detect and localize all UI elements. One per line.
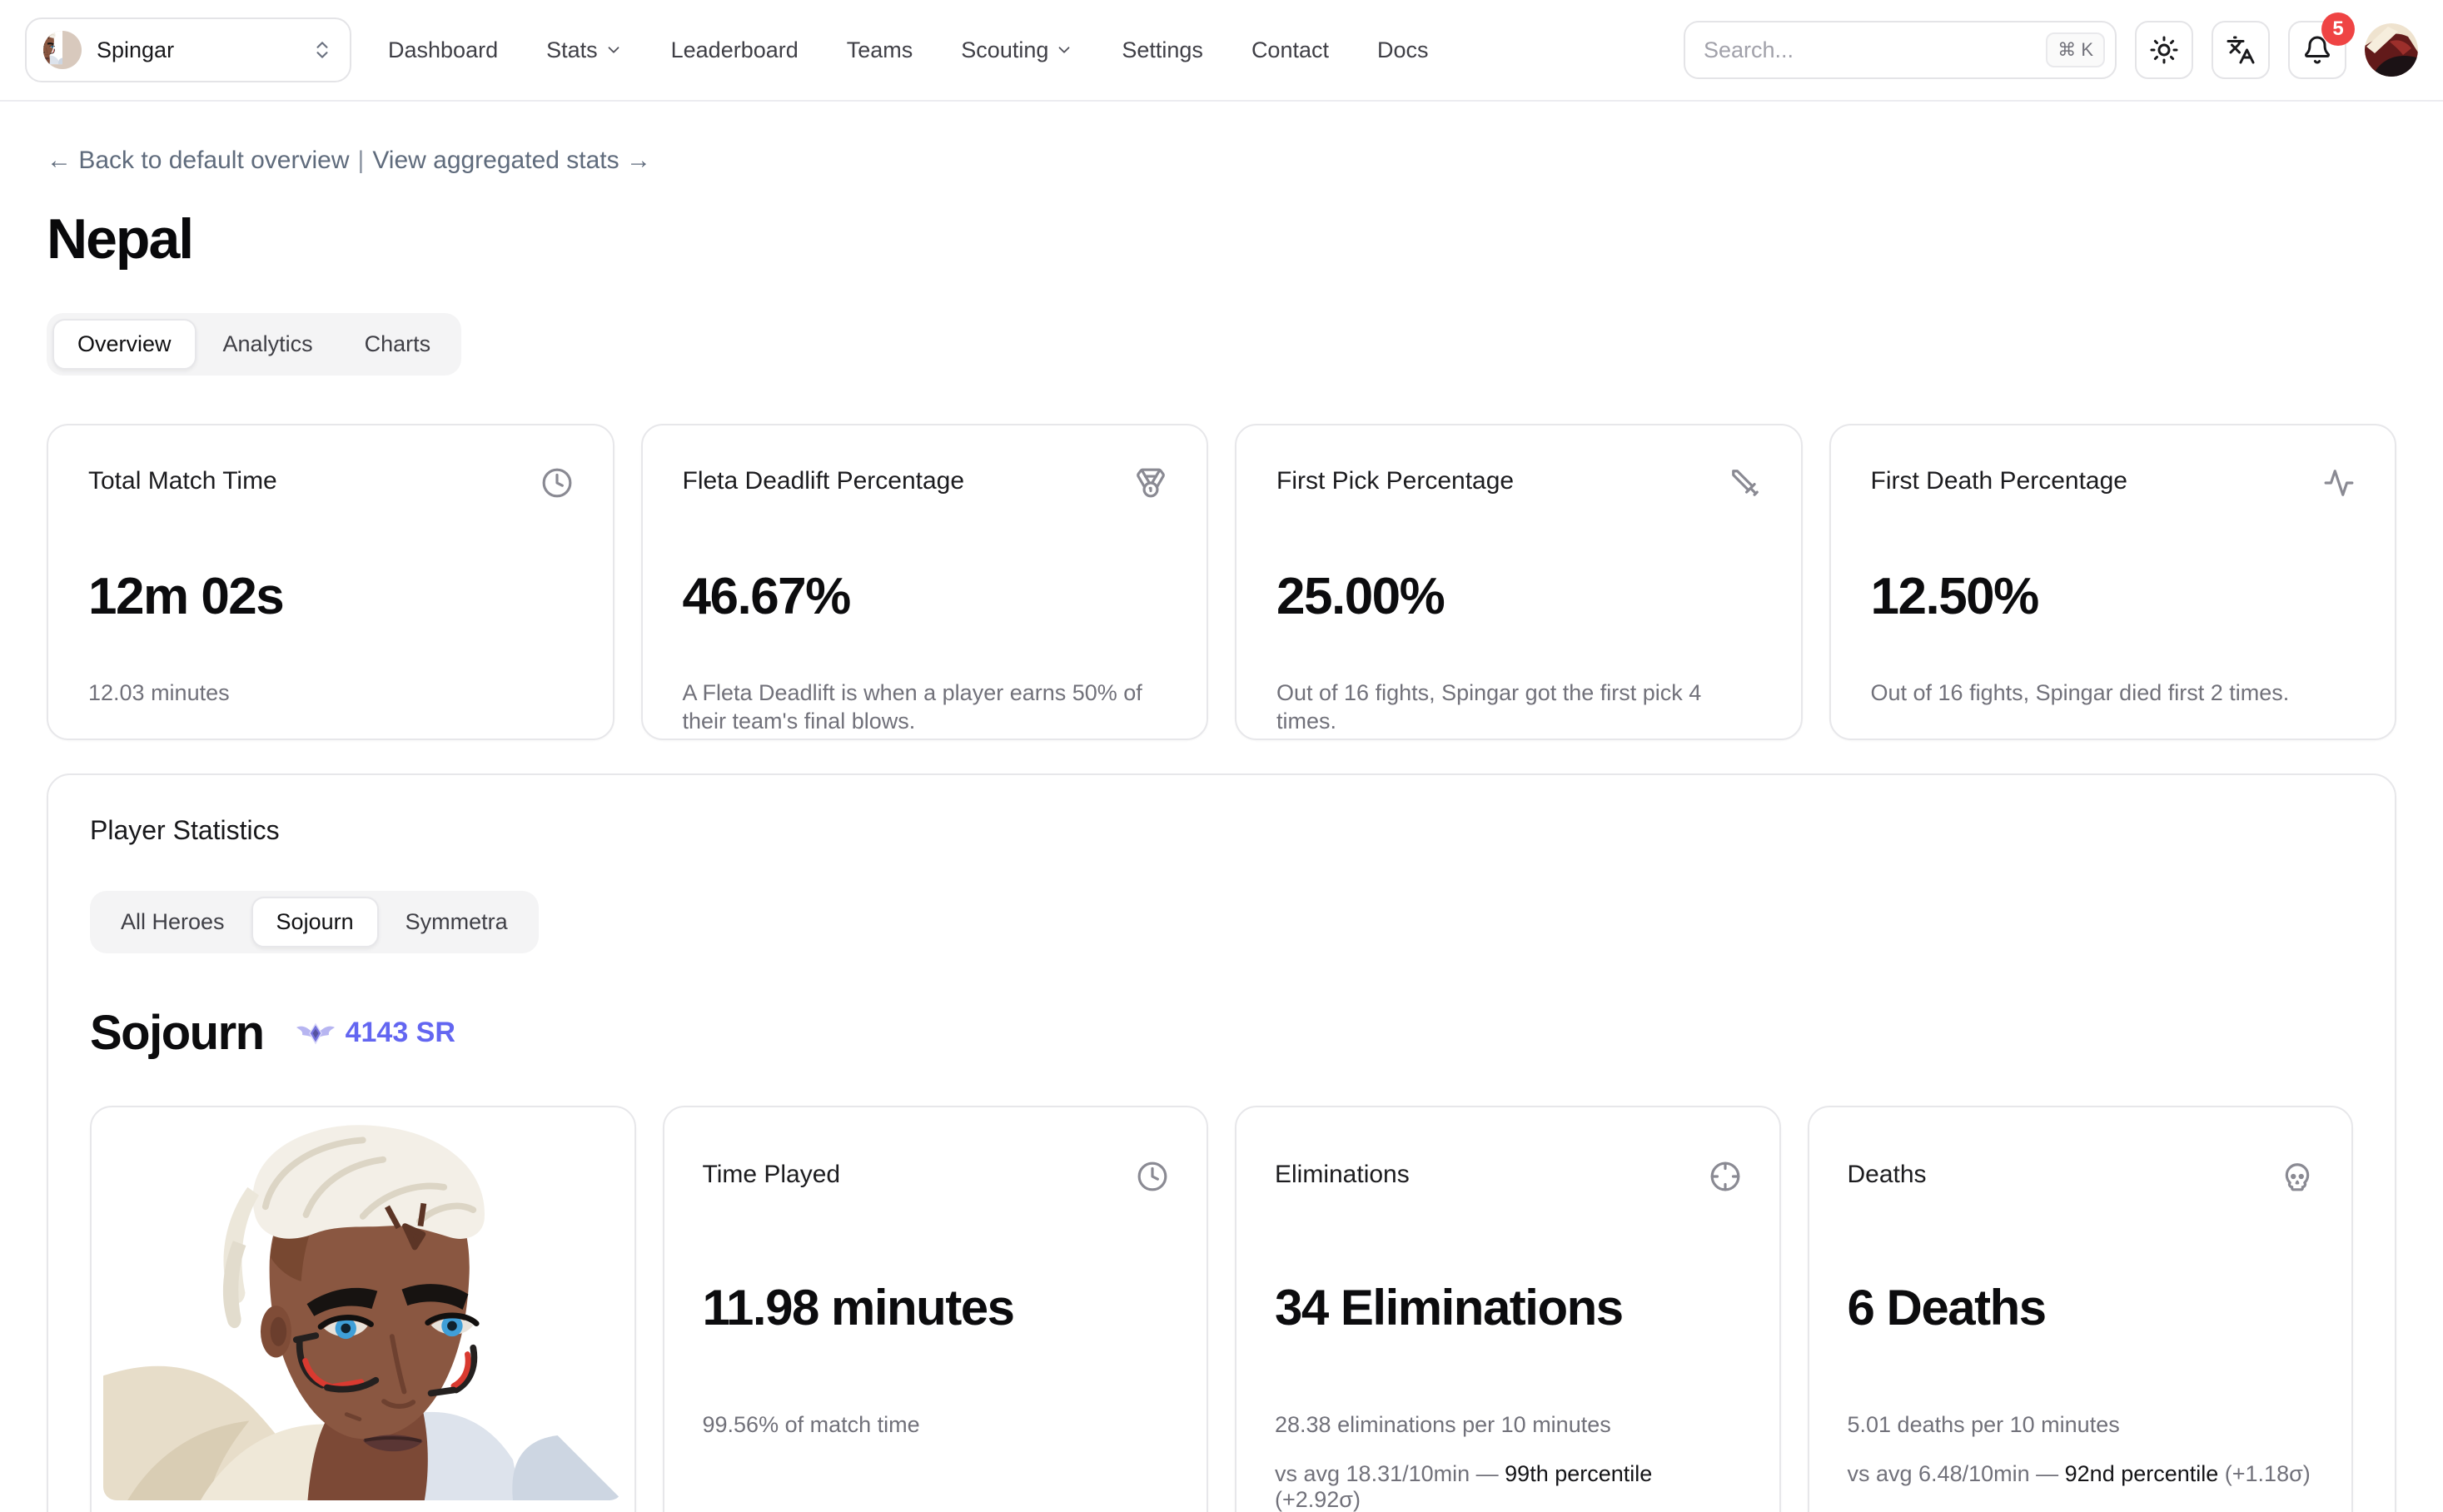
tab-charts[interactable]: Charts (340, 319, 456, 370)
search-input[interactable] (1704, 37, 2046, 63)
card-title: First Pick Percentage (1276, 467, 1514, 495)
tab-symmetra[interactable]: Symmetra (381, 897, 533, 947)
card-title: Deaths (1848, 1161, 1927, 1189)
back-to-overview-link[interactable]: ← Back to default overview (47, 147, 350, 174)
nav-links: Dashboard Stats Leaderboard Teams Scouti… (388, 37, 1429, 63)
card-value: 12.50% (1871, 567, 2356, 626)
nav-link-settings[interactable]: Settings (1122, 37, 1203, 63)
first-pick-card: First Pick Percentage 25.00% Out of 16 f… (1235, 424, 1803, 740)
tab-all-heroes[interactable]: All Heroes (96, 897, 250, 947)
nav-link-teams[interactable]: Teams (847, 37, 913, 63)
section-title: Player Statistics (90, 815, 2353, 846)
card-value: 11.98 minutes (703, 1279, 1169, 1336)
rank-badge-icon (296, 1019, 336, 1047)
language-button[interactable] (2212, 21, 2270, 79)
hero-sr-value: 4143 SR (346, 1017, 455, 1049)
main-content: ← Back to default overview | View aggregat… (0, 147, 2443, 1512)
card-value: 34 Eliminations (1275, 1279, 1741, 1336)
card-description: Out of 16 fights, Spingar died first 2 t… (1871, 679, 2356, 708)
total-match-time-card: Total Match Time 12m 02s 12.03 minutes (47, 424, 614, 740)
nav-link-leaderboard[interactable]: Leaderboard (671, 37, 799, 63)
hero-portrait-card (90, 1106, 636, 1512)
card-value: 6 Deaths (1848, 1279, 2314, 1336)
card-title: First Death Percentage (1871, 467, 2127, 495)
card-value: 12m 02s (88, 567, 573, 626)
percentile-value: 92nd percentile (2065, 1461, 2219, 1486)
languages-icon (2226, 35, 2256, 65)
fleta-deadlift-card: Fleta Deadlift Percentage 46.67% A Fleta… (641, 424, 1209, 740)
nav-actions: ⌘ K 5 (1684, 21, 2418, 79)
hero-sr-rating: 4143 SR (296, 1017, 455, 1049)
card-description: 5.01 deaths per 10 minutes (1848, 1411, 2314, 1440)
notifications-button[interactable]: 5 (2288, 21, 2346, 79)
tab-sojourn[interactable]: Sojourn (251, 897, 379, 947)
view-aggregated-stats-link[interactable]: View aggregated stats → (372, 147, 651, 174)
tab-analytics[interactable]: Analytics (198, 319, 338, 370)
percentile-value: 99th percentile (1505, 1461, 1652, 1486)
user-avatar[interactable] (2365, 23, 2418, 77)
card-description: Out of 16 fights, Spingar got the first … (1276, 679, 1761, 736)
card-description: 28.38 eliminations per 10 minutes (1275, 1411, 1741, 1440)
chevron-down-icon (605, 41, 623, 59)
hero-header: Sojourn 4143 SR (90, 1005, 2353, 1061)
hero-stat-cards-row: Time Played 11.98 minutes 99.56% of matc… (90, 1106, 2353, 1512)
first-death-card: First Death Percentage 12.50% Out of 16 … (1829, 424, 2397, 740)
chevron-down-icon (1055, 41, 1073, 59)
time-played-card: Time Played 11.98 minutes 99.56% of matc… (663, 1106, 1209, 1512)
percentile-line: vs avg 18.31/10min — 99th percentile (+2… (1275, 1461, 1741, 1512)
player-statistics-section: Player Statistics All Heroes Sojourn Sym… (47, 773, 2396, 1512)
search-shortcut-kbd: ⌘ K (2046, 32, 2105, 67)
sun-icon (2149, 35, 2179, 65)
team-selector-label: Spingar (97, 37, 174, 63)
nav-link-docs[interactable]: Docs (1377, 37, 1429, 63)
card-description: 99.56% of match time (703, 1411, 1169, 1440)
notification-count-badge: 5 (2321, 12, 2355, 46)
card-title: Eliminations (1275, 1161, 1410, 1189)
breadcrumb-separator: | (358, 147, 365, 174)
hero-name: Sojourn (90, 1005, 264, 1061)
crosshair-icon (1709, 1161, 1741, 1192)
card-value: 25.00% (1276, 567, 1761, 626)
tab-overview[interactable]: Overview (52, 319, 197, 370)
card-title: Fleta Deadlift Percentage (683, 467, 965, 495)
top-navigation: Spingar Dashboard Stats Leaderboard Team… (0, 0, 2443, 102)
view-tabs: Overview Analytics Charts (47, 313, 461, 376)
theme-toggle-button[interactable] (2135, 21, 2193, 79)
search-box[interactable]: ⌘ K (1684, 21, 2117, 79)
hero-tabs: All Heroes Sojourn Symmetra (90, 891, 539, 953)
hero-portrait-image (103, 1119, 623, 1500)
card-title: Total Match Time (88, 467, 277, 495)
percentile-line: vs avg 6.48/10min — 92nd percentile (+1.… (1848, 1461, 2314, 1487)
clock-icon (541, 467, 573, 499)
skull-icon (2281, 1161, 2313, 1192)
eliminations-card: Eliminations 34 Eliminations 28.38 elimi… (1235, 1106, 1781, 1512)
team-selector[interactable]: Spingar (25, 17, 351, 82)
sword-icon (1729, 467, 1761, 499)
activity-icon (2323, 467, 2355, 499)
card-value: 46.67% (683, 567, 1167, 626)
breadcrumb: ← Back to default overview | View aggregat… (47, 147, 2396, 175)
nav-link-contact[interactable]: Contact (1251, 37, 1329, 63)
chevrons-up-down-icon (311, 39, 333, 61)
card-description: A Fleta Deadlift is when a player earns … (683, 679, 1167, 736)
nav-link-scouting[interactable]: Scouting (961, 37, 1073, 63)
stat-cards-row: Total Match Time 12m 02s 12.03 minutes F… (47, 424, 2396, 740)
nav-link-dashboard[interactable]: Dashboard (388, 37, 498, 63)
clock-icon (1137, 1161, 1168, 1192)
deaths-card: Deaths 6 Deaths 5.01 deaths per 10 minut… (1808, 1106, 2354, 1512)
medal-icon (1135, 467, 1167, 499)
team-avatar (43, 31, 82, 69)
page-title: Nepal (47, 206, 2396, 271)
card-description: 12.03 minutes (88, 679, 573, 708)
nav-link-stats[interactable]: Stats (546, 37, 623, 63)
card-title: Time Played (703, 1161, 841, 1189)
